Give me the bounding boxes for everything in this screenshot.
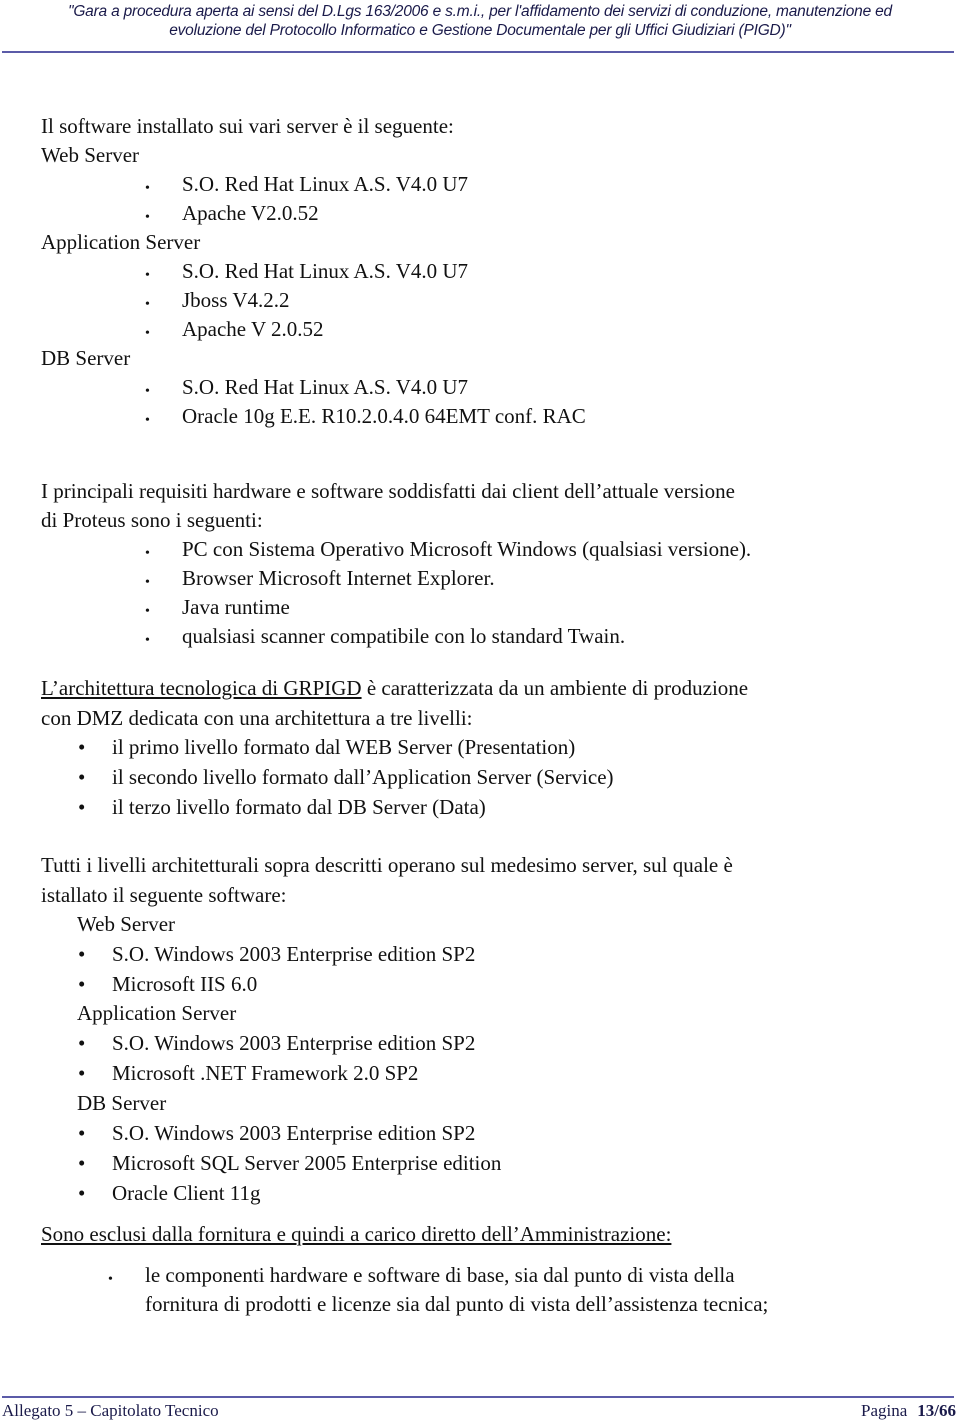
list-item: S.O. Windows 2003 Enterprise edition SP2 [112,1031,476,1055]
document-header: "Gara a procedura aperta ai sensi del D.… [0,2,960,40]
bullet-icon [145,567,150,595]
bullet-icon [145,289,150,317]
list-item: Oracle Client 11g [112,1181,261,1205]
bullet-icon [78,942,85,966]
section4-intro-line-1: Tutti i livelli architetturali sopra des… [41,853,733,877]
bullet-icon [78,795,85,819]
exclusion-item-line-1: le componenti hardware e software di bas… [145,1263,735,1287]
bullet-icon [78,735,85,759]
list-item: S.O. Windows 2003 Enterprise edition SP2 [112,1121,476,1145]
bullet-icon [78,972,85,996]
list-item: il primo livello formato dal WEB Server … [112,735,576,759]
bullet-icon [78,1031,85,1055]
group-title: Web Server [41,143,140,167]
list-item: il terzo livello formato dal DB Server (… [112,795,486,819]
header-divider [2,51,954,53]
exclusion-item-line-2: fornitura di prodotti e licenze sia dal … [145,1292,769,1316]
bullet-icon [145,318,150,346]
footer-divider [2,1396,954,1398]
bullet-icon [78,1151,85,1175]
header-line-1: "Gara a procedura aperta ai sensi del D.… [68,3,892,20]
header-line-2: evoluzione del Protocollo Informatico e … [169,22,791,39]
list-item: Oracle 10g E.E. R10.2.0.4.0 64EMT conf. … [182,404,586,428]
list-item: S.O. Red Hat Linux A.S. V4.0 U7 [182,172,469,196]
page-number: 13/66 [917,1401,956,1420]
list-item: S.O. Red Hat Linux A.S. V4.0 U7 [182,375,469,399]
group-title: Application Server [41,230,201,254]
list-item: S.O. Windows 2003 Enterprise edition SP2 [112,942,476,966]
list-item: qualsiasi scanner compatibile con lo sta… [182,624,626,648]
list-item: Apache V2.0.52 [182,201,319,225]
bullet-icon [145,625,150,653]
group-title: Application Server [77,1001,237,1025]
list-item: S.O. Red Hat Linux A.S. V4.0 U7 [182,259,469,283]
bullet-icon [78,765,85,789]
section4-intro-line-2: istallato il seguente software: [41,883,287,907]
architecture-heading: L’architettura tecnologica di GRPIGD [41,676,362,700]
bullet-icon [145,202,150,230]
group-title: Web Server [77,912,176,936]
exclusions-heading: Sono esclusi dalla fornitura e quindi a … [41,1222,672,1246]
list-item: Apache V 2.0.52 [182,317,324,341]
list-item: Jboss V4.2.2 [182,288,290,312]
page-label: Pagina [860,1401,908,1420]
list-item: il secondo livello formato dall’Applicat… [112,765,614,789]
section3-intro-line-1: L’architettura tecnologica di GRPIGD è c… [41,676,748,700]
architecture-intro-rest: è caratterizzata da un ambiente di produ… [361,676,749,700]
list-item: PC con Sistema Operativo Microsoft Windo… [182,537,752,561]
footer-document-title: Allegato 5 – Capitolato Tecnico [2,1401,219,1420]
section2-intro-line-1: I principali requisiti hardware e softwa… [41,479,735,503]
section2-intro-line-2: di Proteus sono i seguenti: [41,508,263,532]
bullet-icon [145,260,150,288]
list-item: Browser Microsoft Internet Explorer. [182,566,495,590]
bullet-icon [78,1061,85,1085]
bullet-icon [145,376,150,404]
list-item: Microsoft SQL Server 2005 Enterprise edi… [112,1151,502,1175]
bullet-icon [108,1264,113,1292]
section3-intro-line-2: con DMZ dedicata con una architettura a … [41,706,473,730]
section1-intro: Il software installato sui vari server è… [41,114,454,138]
bullet-icon [145,173,150,201]
footer-page-info: Pagina 13/66 [861,1401,956,1421]
bullet-icon [145,405,150,433]
bullet-icon [145,538,150,566]
group-title: DB Server [77,1091,167,1115]
bullet-icon [145,596,150,624]
group-title: DB Server [41,346,131,370]
bullet-icon [78,1181,85,1205]
bullet-icon [78,1121,85,1145]
list-item: Microsoft .NET Framework 2.0 SP2 [112,1061,419,1085]
list-item: Java runtime [182,595,290,619]
list-item: Microsoft IIS 6.0 [112,972,258,996]
